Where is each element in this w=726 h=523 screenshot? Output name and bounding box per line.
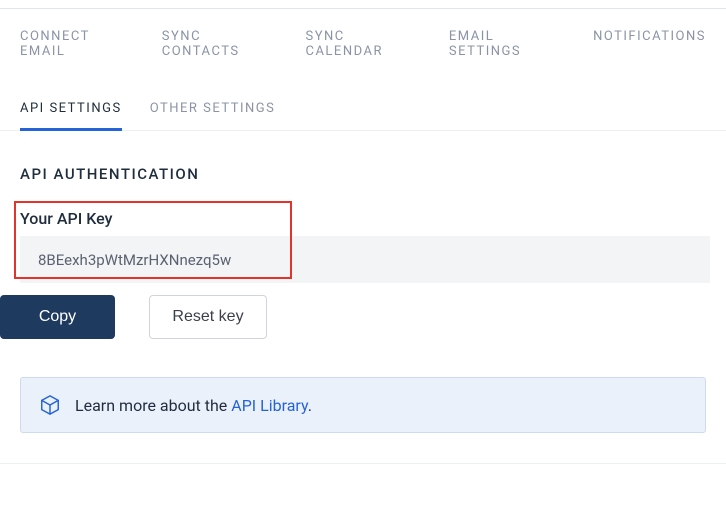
reset-key-button[interactable]: Reset key bbox=[149, 295, 267, 339]
section-title: API AUTHENTICATION bbox=[0, 165, 726, 183]
info-suffix: . bbox=[308, 396, 312, 415]
primary-nav: CONNECT EMAIL SYNC CONTACTS SYNC CALENDA… bbox=[0, 9, 726, 77]
api-key-value: 8BEexh3pWtMzrHXNnezq5w bbox=[38, 251, 231, 269]
tab-api-settings[interactable]: API SETTINGS bbox=[20, 101, 122, 130]
nav-connect-email[interactable]: CONNECT EMAIL bbox=[20, 29, 130, 59]
info-prefix: Learn more about the bbox=[75, 396, 231, 415]
secondary-nav: API SETTINGS OTHER SETTINGS bbox=[0, 77, 726, 131]
info-banner: Learn more about the API Library. bbox=[20, 377, 706, 433]
copy-button[interactable]: Copy bbox=[0, 295, 115, 339]
nav-sync-calendar[interactable]: SYNC CALENDAR bbox=[305, 29, 416, 59]
api-key-block: Your API Key 8BEexh3pWtMzrHXNnezq5w bbox=[20, 209, 726, 283]
nav-notifications[interactable]: NOTIFICATIONS bbox=[593, 29, 706, 59]
api-key-row: 8BEexh3pWtMzrHXNnezq5w bbox=[20, 236, 710, 283]
tab-other-settings[interactable]: OTHER SETTINGS bbox=[150, 101, 276, 130]
nav-email-settings[interactable]: EMAIL SETTINGS bbox=[449, 29, 561, 59]
nav-sync-contacts[interactable]: SYNC CONTACTS bbox=[162, 29, 274, 59]
package-icon bbox=[39, 394, 61, 416]
api-key-label: Your API Key bbox=[20, 209, 726, 236]
api-library-link[interactable]: API Library bbox=[231, 396, 307, 415]
info-text: Learn more about the API Library. bbox=[75, 396, 312, 415]
